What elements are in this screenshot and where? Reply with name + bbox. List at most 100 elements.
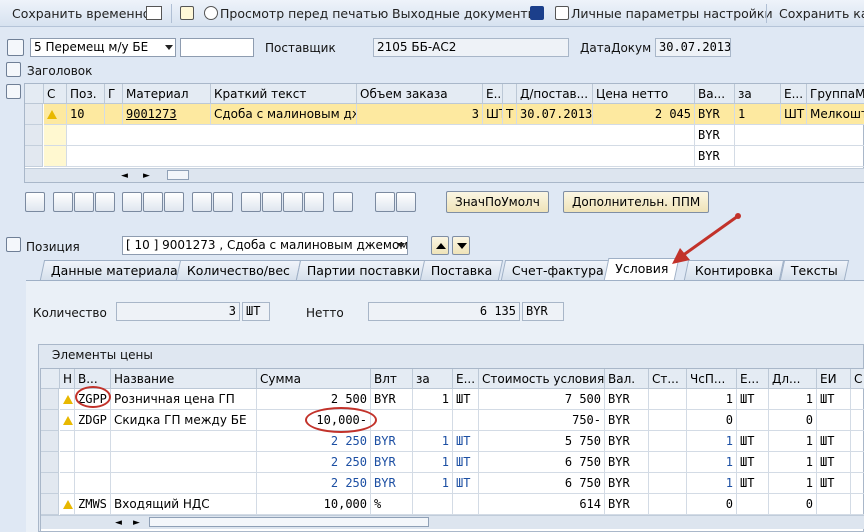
pricing-cur-cell[interactable]: %	[371, 494, 413, 515]
select-all-icon[interactable]	[25, 84, 44, 104]
pricing-num-cell[interactable]: 0	[687, 410, 737, 431]
filter-set-icon[interactable]	[283, 192, 303, 212]
pricing-name-cell[interactable]	[111, 431, 257, 452]
pricing-type-cell[interactable]	[75, 473, 111, 494]
scroll-left-icon[interactable]: ◄	[115, 518, 122, 528]
pricing-den-cell[interactable]: 1	[769, 431, 817, 452]
pricing-st-cell[interactable]	[649, 452, 687, 473]
pricing-num-cell[interactable]: 1	[687, 431, 737, 452]
save-temporarily-button[interactable]: Сохранить временно	[12, 6, 150, 21]
pricing-amount-cell[interactable]: 2 250	[257, 452, 371, 473]
pricing-num-cell[interactable]: 1	[687, 473, 737, 494]
copy-icon[interactable]	[192, 192, 212, 212]
pricing-value-cell[interactable]: 750-	[479, 410, 605, 431]
previous-item-button[interactable]	[431, 236, 449, 255]
filter-remove-icon[interactable]	[304, 192, 324, 212]
pricing-per-cell[interactable]: 1	[413, 431, 453, 452]
pricing-vcur-cell[interactable]: BYR	[605, 452, 649, 473]
pricing-amount-cell[interactable]: 10,000	[257, 494, 371, 515]
pricing-den-cell[interactable]: 1	[769, 473, 817, 494]
pricing-type-cell[interactable]	[75, 452, 111, 473]
empty-status-cell[interactable]	[44, 125, 67, 146]
pricing-value-cell[interactable]: 7 500	[479, 389, 605, 410]
pricing-vcur-cell[interactable]: BYR	[605, 431, 649, 452]
pricing-unit-cell[interactable]: ШТ	[453, 389, 479, 410]
pricing-st-cell[interactable]	[649, 494, 687, 515]
pricing-u2-cell[interactable]: ШТ	[737, 389, 769, 410]
pricing-num-cell[interactable]: 0	[687, 494, 737, 515]
pricing-value-cell[interactable]: 5 750	[479, 431, 605, 452]
item-material-link[interactable]: 9001273	[123, 104, 211, 125]
document-number-field[interactable]	[180, 38, 254, 57]
pricing-den-cell[interactable]: 1	[769, 389, 817, 410]
pricing-name-cell[interactable]: Розничная цена ГП	[111, 389, 257, 410]
info-icon[interactable]	[530, 6, 546, 21]
row-selector[interactable]	[25, 104, 43, 125]
row-selector[interactable]	[41, 410, 59, 431]
pricing-s-cell[interactable]	[851, 431, 864, 452]
pricing-type-cell[interactable]: ZDGP	[75, 410, 111, 431]
unlock-icon[interactable]	[164, 192, 184, 212]
row-selector[interactable]	[41, 473, 59, 494]
pricing-per-cell[interactable]	[413, 494, 453, 515]
tab-delivery-schedule[interactable]: Партии поставки	[295, 260, 432, 280]
scroll-left-icon[interactable]: ◄	[121, 171, 128, 181]
expand-header-icon[interactable]	[6, 62, 21, 77]
filter-icon[interactable]	[262, 192, 282, 212]
pricing-s-cell[interactable]	[851, 473, 864, 494]
pricing-den-cell[interactable]: 0	[769, 494, 817, 515]
pricing-name-cell[interactable]: Входящий НДС	[111, 494, 257, 515]
defaults-button[interactable]: ЗначПоУмолч	[446, 191, 549, 213]
pricing-name-cell[interactable]	[111, 473, 257, 494]
item-order-qty[interactable]: 3	[357, 104, 483, 125]
pricing-u2-cell[interactable]	[737, 410, 769, 431]
pricing-u2-cell[interactable]	[737, 494, 769, 515]
supplier-field[interactable]: 2105 ББ-АС2	[373, 38, 569, 57]
item-g[interactable]	[105, 104, 123, 125]
pricing-cur-cell[interactable]: BYR	[371, 473, 413, 494]
row-selector[interactable]	[41, 452, 59, 473]
pricing-value-cell[interactable]: 614	[479, 494, 605, 515]
pricing-cur-cell[interactable]: BYR	[371, 452, 413, 473]
pricing-per-cell[interactable]	[413, 410, 453, 431]
scroll-thumb[interactable]	[149, 517, 429, 527]
delete-icon[interactable]	[122, 192, 142, 212]
details-icon[interactable]	[25, 192, 45, 212]
pricing-unit-cell[interactable]: ШТ	[453, 473, 479, 494]
row-selector[interactable]	[25, 146, 43, 167]
quantity-field[interactable]: 3	[116, 302, 240, 321]
net-value-field[interactable]: 6 135	[368, 302, 520, 321]
pricing-ei-cell[interactable]: ШТ	[817, 473, 851, 494]
output-documents-button[interactable]: Выходные документы	[392, 6, 538, 21]
empty-row[interactable]	[67, 125, 695, 146]
pricing-s-cell[interactable]	[851, 389, 864, 410]
item-short-text[interactable]: Сдоба с малиновым дж...	[211, 104, 357, 125]
tab-delivery[interactable]: Поставка	[419, 260, 504, 280]
position-select[interactable]: [ 10 ] 9001273 , Сдоба с малиновым джемо…	[122, 236, 408, 255]
document-date-field[interactable]: 30.07.2013	[655, 38, 731, 57]
pricing-type-cell[interactable]: ZMWS	[75, 494, 111, 515]
empty-status-cell[interactable]	[44, 146, 67, 167]
pricing-per-cell[interactable]: 1	[413, 452, 453, 473]
pricing-s-cell[interactable]	[851, 452, 864, 473]
pricing-value-cell[interactable]: 6 750	[479, 473, 605, 494]
empty-row-currency[interactable]: BYR	[695, 125, 735, 146]
pricing-st-cell[interactable]	[649, 473, 687, 494]
hierarchy-icon[interactable]	[146, 6, 164, 21]
pricing-amount-cell[interactable]: 2 250	[257, 431, 371, 452]
pricing-cur-cell[interactable]: BYR	[371, 431, 413, 452]
sort-icon[interactable]	[241, 192, 261, 212]
select-all-icon[interactable]	[41, 369, 60, 389]
item-cat[interactable]: T	[503, 104, 517, 125]
list-icon[interactable]	[375, 192, 395, 212]
empty-row[interactable]	[67, 146, 695, 167]
pricing-per-cell[interactable]: 1	[413, 389, 453, 410]
copy-row-icon[interactable]	[74, 192, 94, 212]
pricing-ei-cell[interactable]	[817, 494, 851, 515]
print-preview-button[interactable]: Просмотр перед печатью	[204, 6, 388, 21]
row-selector[interactable]	[41, 494, 59, 515]
pricing-unit-cell[interactable]: ШТ	[453, 452, 479, 473]
item-position[interactable]: 10	[67, 104, 105, 125]
pricing-ei-cell[interactable]: ШТ	[817, 431, 851, 452]
pricing-value-cell[interactable]: 6 750	[479, 452, 605, 473]
